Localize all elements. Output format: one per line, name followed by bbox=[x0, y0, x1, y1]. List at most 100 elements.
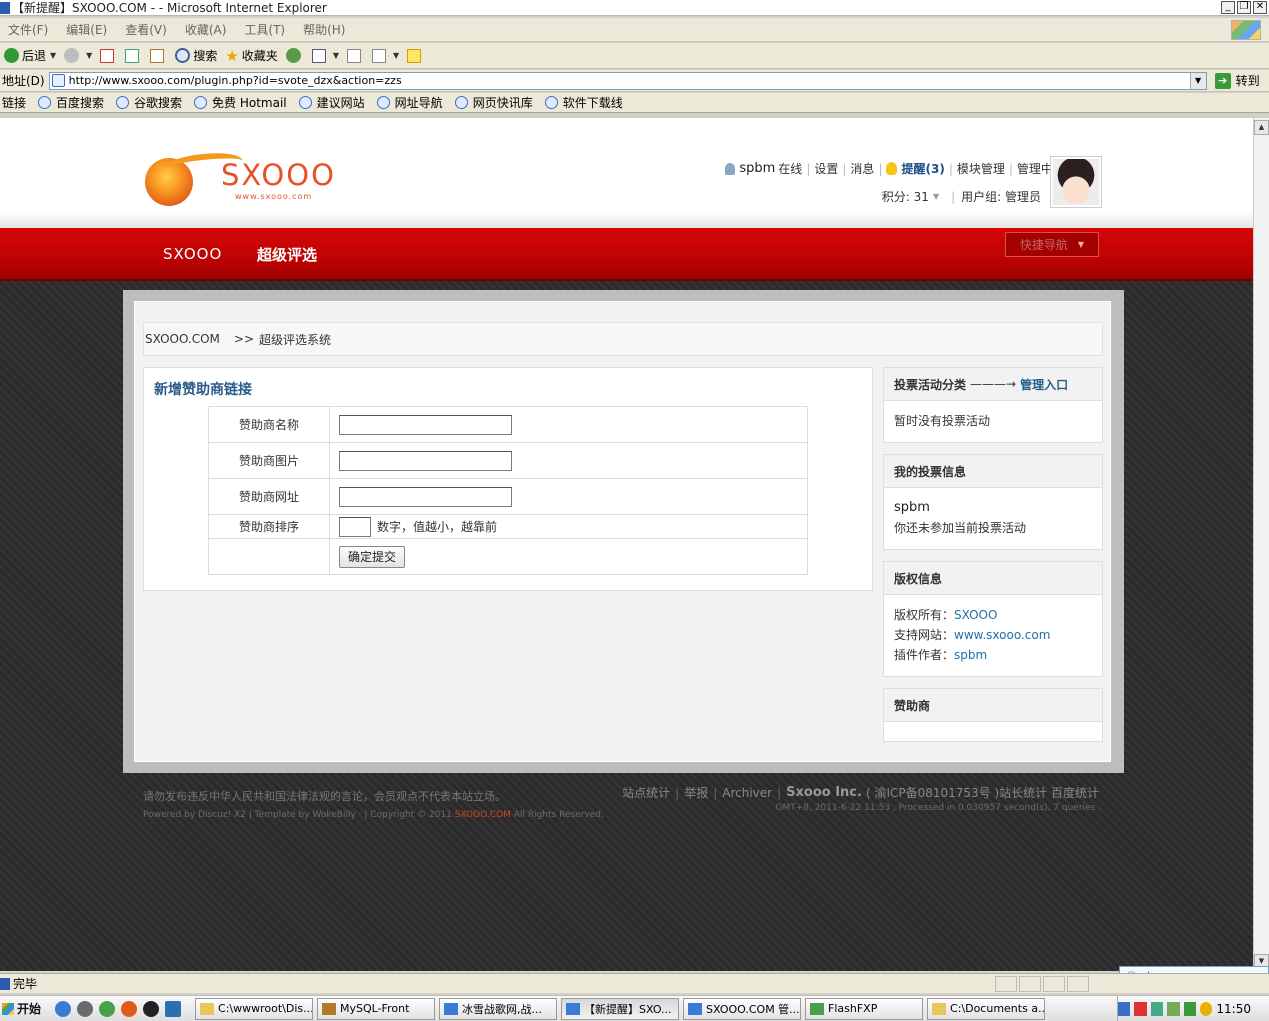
points-link[interactable]: 积分: 31 bbox=[882, 188, 929, 205]
username-link[interactable]: spbm bbox=[739, 161, 775, 176]
chevron-down-icon[interactable]: ▼ bbox=[333, 51, 339, 60]
ime-tray-icon[interactable] bbox=[1117, 1001, 1131, 1016]
task-button[interactable]: C:\Documents a... bbox=[927, 997, 1046, 1020]
support-site-link[interactable]: www.sxooo.com bbox=[954, 628, 1050, 642]
breadcrumb-home[interactable]: SXOOO.COM bbox=[145, 332, 220, 346]
copyright-owner-link[interactable]: SXOOO bbox=[954, 608, 997, 622]
tray-icon[interactable] bbox=[1134, 1001, 1147, 1016]
sponsor-name-input[interactable] bbox=[339, 414, 512, 435]
messenger-button[interactable] bbox=[407, 48, 424, 63]
address-input[interactable]: http://www.sxooo.com/plugin.php?id=svote… bbox=[48, 71, 1207, 90]
task-button[interactable]: 冰雪战歌网,战... bbox=[439, 997, 558, 1020]
my-vote-status: 你还未参加当前投票活动 bbox=[894, 521, 1027, 535]
status-text: 完毕 bbox=[13, 977, 38, 991]
vertical-scrollbar[interactable]: ▲ ▼ bbox=[1253, 118, 1269, 971]
menu-edit[interactable]: 编辑(E) bbox=[66, 21, 107, 38]
menu-tools[interactable]: 工具(T) bbox=[244, 21, 285, 38]
print-icon bbox=[346, 48, 361, 63]
mail-button[interactable]: ▼ bbox=[311, 48, 339, 63]
link-label: 网页快讯库 bbox=[472, 96, 533, 110]
messages-link[interactable]: 消息 bbox=[850, 160, 874, 177]
nav-item-home[interactable]: SXOOO bbox=[163, 245, 222, 263]
menu-help[interactable]: 帮助(H) bbox=[303, 21, 345, 38]
start-button[interactable]: 开始 bbox=[0, 998, 47, 1020]
chevron-down-icon[interactable]: ▼ bbox=[1189, 72, 1206, 89]
link-item[interactable]: 谷歌搜索 bbox=[116, 94, 182, 111]
nav-item-super-vote[interactable]: 超级评选 bbox=[257, 244, 317, 265]
menu-view[interactable]: 查看(V) bbox=[125, 21, 167, 38]
submit-button[interactable]: 确定提交 bbox=[339, 545, 406, 568]
link-item[interactable]: 免费 Hotmail bbox=[194, 94, 287, 111]
go-button[interactable]: ➔ 转到 bbox=[1214, 72, 1260, 89]
shield-icon[interactable] bbox=[1183, 1001, 1196, 1016]
forward-button[interactable]: ▼ bbox=[64, 48, 92, 63]
sponsor-order-input[interactable] bbox=[339, 516, 371, 537]
app-icon[interactable] bbox=[165, 1000, 182, 1017]
qq-icon[interactable] bbox=[143, 1000, 160, 1017]
close-icon[interactable]: ✕ bbox=[1253, 1, 1267, 14]
site-logo[interactable]: SXOOO www.sxooo.com bbox=[143, 149, 334, 212]
footer-report-link[interactable]: 举报 bbox=[684, 784, 708, 801]
chevron-down-icon[interactable]: ▼ bbox=[50, 51, 56, 60]
chevron-down-icon[interactable]: ▼ bbox=[933, 192, 939, 201]
restore-icon[interactable]: ❐ bbox=[1237, 1, 1251, 14]
tray-icon[interactable] bbox=[1150, 1001, 1164, 1016]
sponsor-order-label: 赞助商排序 bbox=[208, 514, 330, 539]
plugin-author-link[interactable]: spbm bbox=[954, 648, 987, 662]
footer-company[interactable]: Sxooo Inc. bbox=[786, 785, 862, 800]
task-button[interactable]: SXOOO.COM 管... bbox=[683, 997, 802, 1020]
tray-icon[interactable] bbox=[1167, 1001, 1180, 1016]
refresh-button[interactable] bbox=[125, 48, 142, 63]
avatar[interactable] bbox=[1050, 156, 1102, 208]
app-icon[interactable] bbox=[77, 1000, 94, 1017]
status-bar: 完毕 bbox=[0, 973, 1269, 993]
modules-link[interactable]: 模块管理 bbox=[957, 160, 1005, 177]
manage-entry-link[interactable]: 管理入口 bbox=[1020, 376, 1068, 393]
task-button[interactable]: 【新提醒】SXO... bbox=[561, 997, 680, 1020]
chevron-down-icon[interactable]: ▼ bbox=[393, 51, 399, 60]
print-button[interactable] bbox=[346, 48, 364, 63]
task-button[interactable]: FlashFXP bbox=[805, 997, 924, 1020]
footer-archiver-link[interactable]: Archiver bbox=[722, 786, 772, 800]
footer-brand-link[interactable]: SXOOO.COM bbox=[455, 810, 511, 820]
task-button[interactable]: MySQL-Front bbox=[317, 997, 436, 1020]
scroll-up-icon[interactable]: ▲ bbox=[1254, 120, 1269, 135]
remind-link[interactable]: 提醒(3) bbox=[901, 160, 944, 177]
home-button[interactable] bbox=[150, 48, 167, 63]
footer-stats-link[interactable]: 站点统计 bbox=[622, 784, 670, 801]
menu-file[interactable]: 文件(F) bbox=[8, 21, 48, 38]
link-item[interactable]: 网页快讯库 bbox=[454, 94, 533, 111]
search-button[interactable]: 搜索 bbox=[175, 47, 217, 64]
link-item[interactable]: 网址导航 bbox=[376, 94, 443, 111]
app-icon[interactable] bbox=[121, 1000, 138, 1017]
sponsor-image-input[interactable] bbox=[339, 450, 512, 471]
content-area: SXOOO.COM >> 超级评选系统 新增赞助商链接 赞助商名称 赞助商图片 bbox=[134, 301, 1111, 762]
links-bar: 链接 百度搜索 谷歌搜索 免费 Hotmail 建议网站 网址导航 网页快讯库 … bbox=[0, 93, 1269, 113]
tray-icon[interactable] bbox=[1200, 1001, 1213, 1016]
minimize-icon[interactable]: _ bbox=[1221, 1, 1235, 14]
task-button[interactable]: C:\wwwroot\Dis... bbox=[195, 997, 314, 1020]
app-icon[interactable] bbox=[99, 1000, 116, 1017]
breadcrumb-current[interactable]: 超级评选系统 bbox=[259, 331, 331, 348]
sponsor-url-input[interactable] bbox=[339, 486, 512, 507]
menu-favorites[interactable]: 收藏(A) bbox=[185, 21, 227, 38]
stop-button[interactable] bbox=[100, 48, 117, 63]
link-item[interactable]: 百度搜索 bbox=[38, 94, 104, 111]
footer-links: 站点统计 | 举报 | Archiver | Sxooo Inc. ( 渝ICP… bbox=[622, 784, 1099, 801]
footer-icp[interactable]: ( 渝ICP备08101753号 )站长统计 百度统计 bbox=[866, 784, 1099, 801]
favorites-button[interactable]: ★ 收藏夹 bbox=[225, 47, 277, 65]
link-item[interactable]: 建议网站 bbox=[298, 94, 365, 111]
edit-button[interactable]: ▼ bbox=[371, 48, 399, 63]
breadcrumb-separator: >> bbox=[233, 332, 255, 346]
ie-icon[interactable] bbox=[55, 1000, 72, 1017]
address-url[interactable]: http://www.sxooo.com/plugin.php?id=svote… bbox=[69, 74, 402, 87]
link-item[interactable]: 软件下载线 bbox=[544, 94, 623, 111]
quick-nav-button[interactable]: 快捷导航 ▼ bbox=[1005, 232, 1099, 257]
forward-arrow-icon bbox=[64, 48, 80, 63]
note-icon bbox=[407, 48, 422, 63]
settings-link[interactable]: 设置 bbox=[814, 160, 838, 177]
back-button[interactable]: 后退 ▼ bbox=[4, 47, 56, 64]
copyright-title: 版权信息 bbox=[884, 562, 1102, 595]
history-button[interactable] bbox=[285, 48, 304, 63]
chevron-down-icon[interactable]: ▼ bbox=[86, 51, 92, 60]
